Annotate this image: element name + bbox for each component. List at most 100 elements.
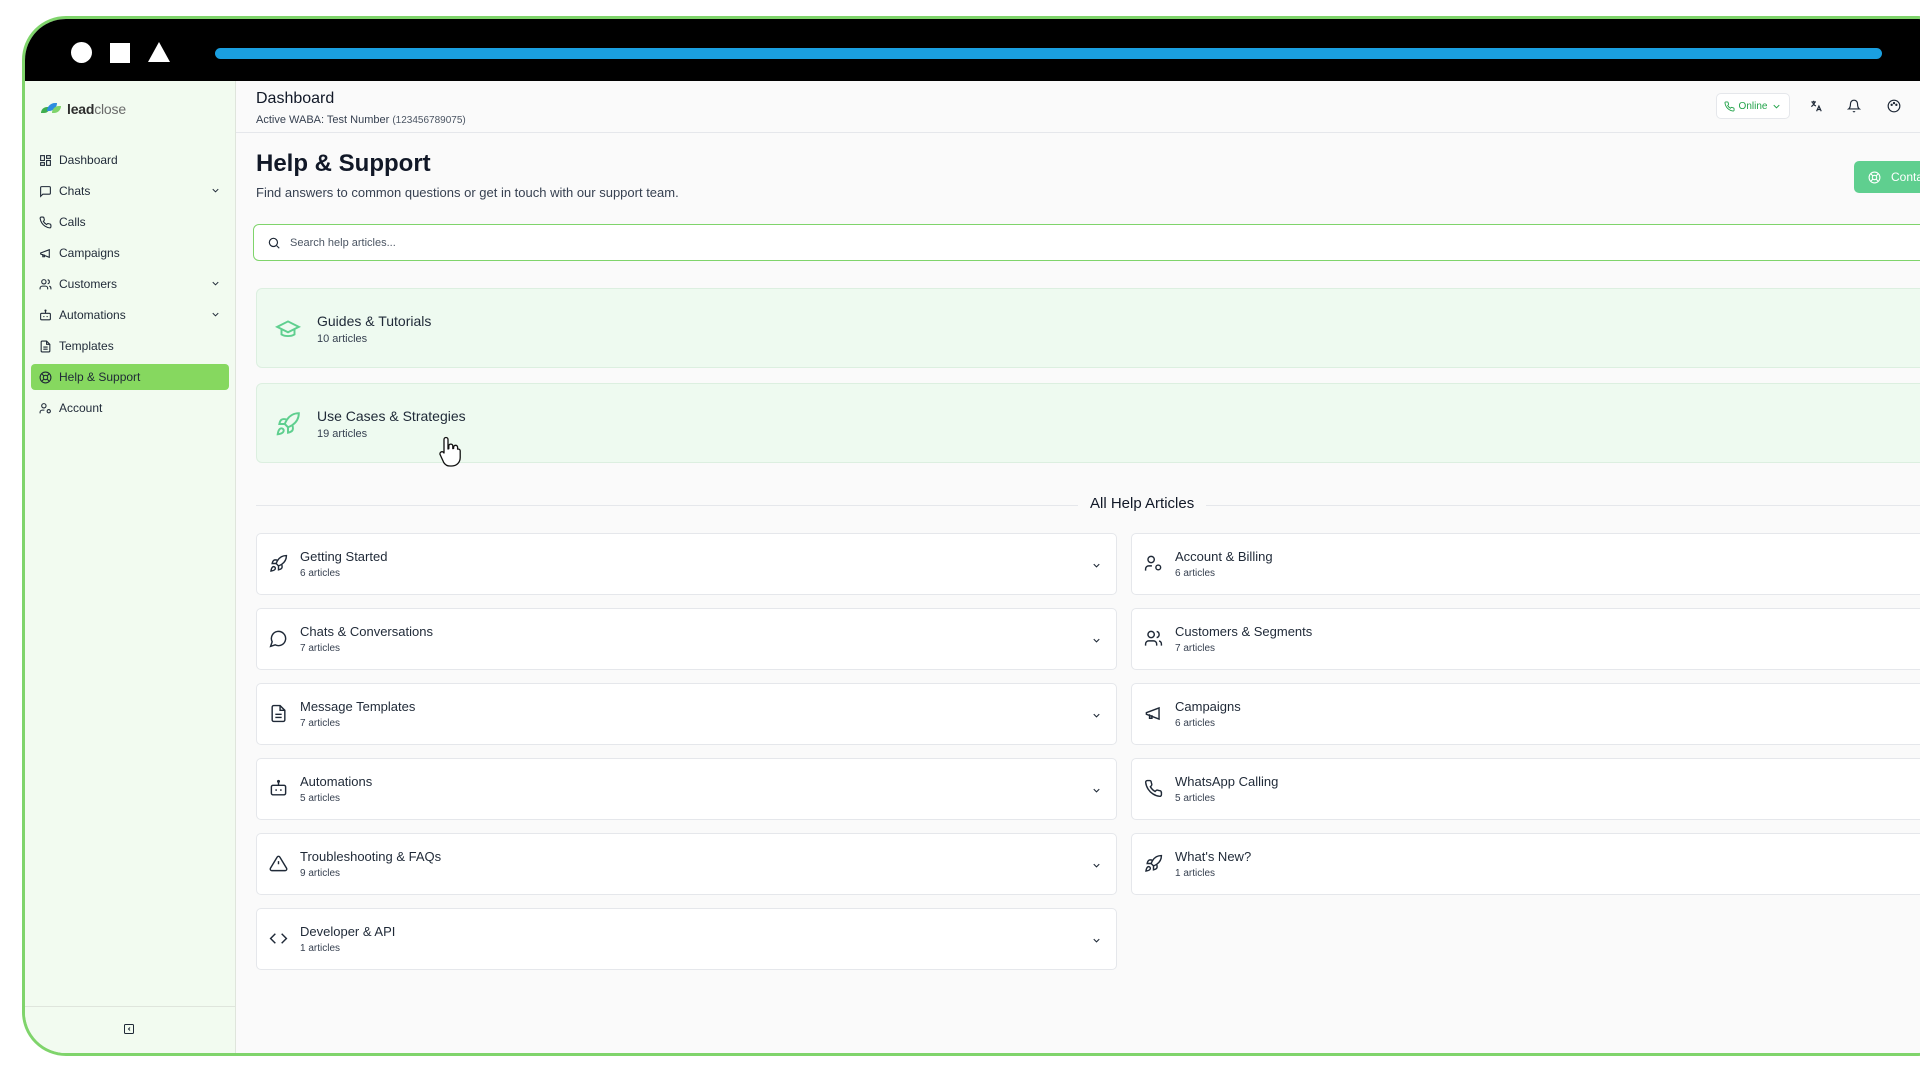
sidebar-item-label: Account (59, 401, 103, 415)
chevron-down-icon[interactable] (210, 185, 221, 196)
bot-icon (270, 779, 287, 796)
sidebar-item-automations[interactable]: Automations (31, 302, 229, 328)
category-count: 7 articles (1175, 643, 1216, 654)
page-subtitle: Find answers to common questions or get … (256, 185, 679, 200)
logo-text: leadclose (67, 101, 126, 117)
category-count: 6 articles (1175, 568, 1216, 579)
featured-title: Guides & Tutorials (317, 313, 432, 329)
top-header: Dashboard Active WABA: Test Number (1234… (236, 81, 1920, 133)
chevron-down-icon[interactable] (210, 278, 221, 289)
phone-icon (39, 216, 52, 228)
warning-triangle-icon (269, 855, 288, 872)
section-title: All Help Articles (1078, 495, 1207, 512)
sidebar-item-calls[interactable]: Calls (31, 209, 229, 235)
category-count: 5 articles (300, 793, 341, 804)
rocket-icon (270, 554, 288, 572)
category-count: 7 articles (300, 643, 341, 654)
sidebar-item-account[interactable]: Account (31, 395, 229, 421)
file-text-icon (271, 704, 286, 723)
logo[interactable]: leadclose (41, 101, 126, 117)
recording-bar (25, 19, 1920, 81)
sidebar-item-label: Customers (59, 277, 118, 291)
category-title: Account & Billing (1175, 549, 1273, 564)
progress-bar (215, 48, 1882, 59)
category-card-developer-api[interactable]: Developer & API 1 articles (256, 908, 1117, 970)
category-count: 5 articles (1175, 793, 1216, 804)
featured-count: 10 articles (317, 333, 368, 345)
category-count: 1 articles (1175, 868, 1216, 879)
megaphone-icon (1145, 706, 1160, 721)
rocket-icon (1145, 854, 1163, 872)
phone-icon (1724, 100, 1735, 111)
category-title: Troubleshooting & FAQs (300, 849, 442, 864)
users-icon (1144, 630, 1163, 646)
active-waba: Active WABA: Test Number (123456789075) (256, 114, 466, 126)
category-title: What's New? (1175, 849, 1252, 864)
chevron-down-icon (1093, 563, 1100, 568)
square-shape-icon (110, 43, 130, 63)
header-title: Dashboard (256, 90, 335, 107)
search-icon (268, 237, 280, 249)
sidebar-item-templates[interactable]: Templates (31, 333, 229, 359)
category-title: Message Templates (300, 699, 416, 714)
category-title: WhatsApp Calling (1175, 774, 1279, 789)
sidebar-item-label: Campaigns (59, 246, 120, 260)
category-card-account-billing[interactable]: Account & Billing 6 articles (1131, 533, 1920, 595)
code-icon (269, 933, 288, 944)
users-icon (39, 278, 52, 289)
bot-icon (40, 309, 51, 320)
file-text-icon (40, 340, 51, 352)
search-input[interactable] (290, 236, 890, 249)
category-card-whats-new[interactable]: What's New? 1 articles (1131, 833, 1920, 895)
circle-shape-icon (71, 42, 92, 63)
graduation-cap-icon (275, 320, 301, 338)
featured-card-guides[interactable]: Guides & Tutorials 10 articles (256, 288, 1920, 368)
sidebar-item-label: Help & Support (59, 370, 141, 384)
translate-icon[interactable] (1809, 99, 1823, 113)
sidebar-item-campaigns[interactable]: Campaigns (31, 240, 229, 266)
sidebar-item-label: Calls (59, 215, 86, 229)
category-card-chats[interactable]: Chats & Conversations 7 articles (256, 608, 1117, 670)
category-card-automations[interactable]: Automations 5 articles (256, 758, 1117, 820)
category-count: 1 articles (300, 943, 341, 954)
featured-count: 19 articles (317, 428, 368, 440)
device-frame: leadclose Dashboard Chats Calls Campaign… (22, 16, 1920, 1056)
chevron-down-icon (1093, 863, 1100, 868)
sidebar-item-customers[interactable]: Customers (31, 271, 229, 297)
collapse-sidebar-icon[interactable] (123, 1023, 135, 1035)
chat-bubble-icon (269, 630, 287, 648)
palette-icon[interactable] (1887, 99, 1901, 113)
sidebar-item-help-support[interactable]: Help & Support (31, 364, 229, 390)
category-card-getting-started[interactable]: Getting Started 6 articles (256, 533, 1117, 595)
logo-mark-icon (41, 102, 61, 116)
chevron-down-icon (1093, 638, 1100, 643)
category-card-message-templates[interactable]: Message Templates 7 articles (256, 683, 1117, 745)
category-title: Developer & API (300, 924, 396, 939)
contact-support-button[interactable]: Conta (1854, 161, 1920, 193)
category-title: Automations (300, 774, 373, 789)
status-dropdown[interactable]: Online (1716, 93, 1790, 119)
category-count: 6 articles (300, 568, 341, 579)
help-circle-icon (1868, 171, 1881, 183)
category-title: Campaigns (1175, 699, 1241, 714)
sidebar-item-label: Templates (59, 339, 114, 353)
category-card-customers-segments[interactable]: Customers & Segments 7 articles (1131, 608, 1920, 670)
category-card-troubleshooting[interactable]: Troubleshooting & FAQs 9 articles (256, 833, 1117, 895)
category-title: Getting Started (300, 549, 388, 564)
dashboard-icon (40, 154, 51, 166)
featured-card-use-cases[interactable]: Use Cases & Strategies 19 articles (256, 383, 1920, 463)
user-cog-icon (1144, 555, 1162, 571)
sidebar-footer (25, 1006, 235, 1053)
category-card-whatsapp-calling[interactable]: WhatsApp Calling 5 articles (1131, 758, 1920, 820)
category-card-campaigns[interactable]: Campaigns 6 articles (1131, 683, 1920, 745)
sidebar-item-dashboard[interactable]: Dashboard (31, 147, 229, 173)
chevron-down-icon (1773, 104, 1781, 109)
category-count: 6 articles (1175, 718, 1216, 729)
category-title: Customers & Segments (1175, 624, 1313, 639)
chevron-down-icon (1093, 713, 1100, 718)
sidebar-item-chats[interactable]: Chats (31, 178, 229, 204)
hand-cursor-icon (439, 436, 461, 467)
chevron-down-icon (1093, 788, 1100, 793)
bell-icon[interactable] (1847, 99, 1861, 113)
chevron-down-icon[interactable] (210, 309, 221, 320)
